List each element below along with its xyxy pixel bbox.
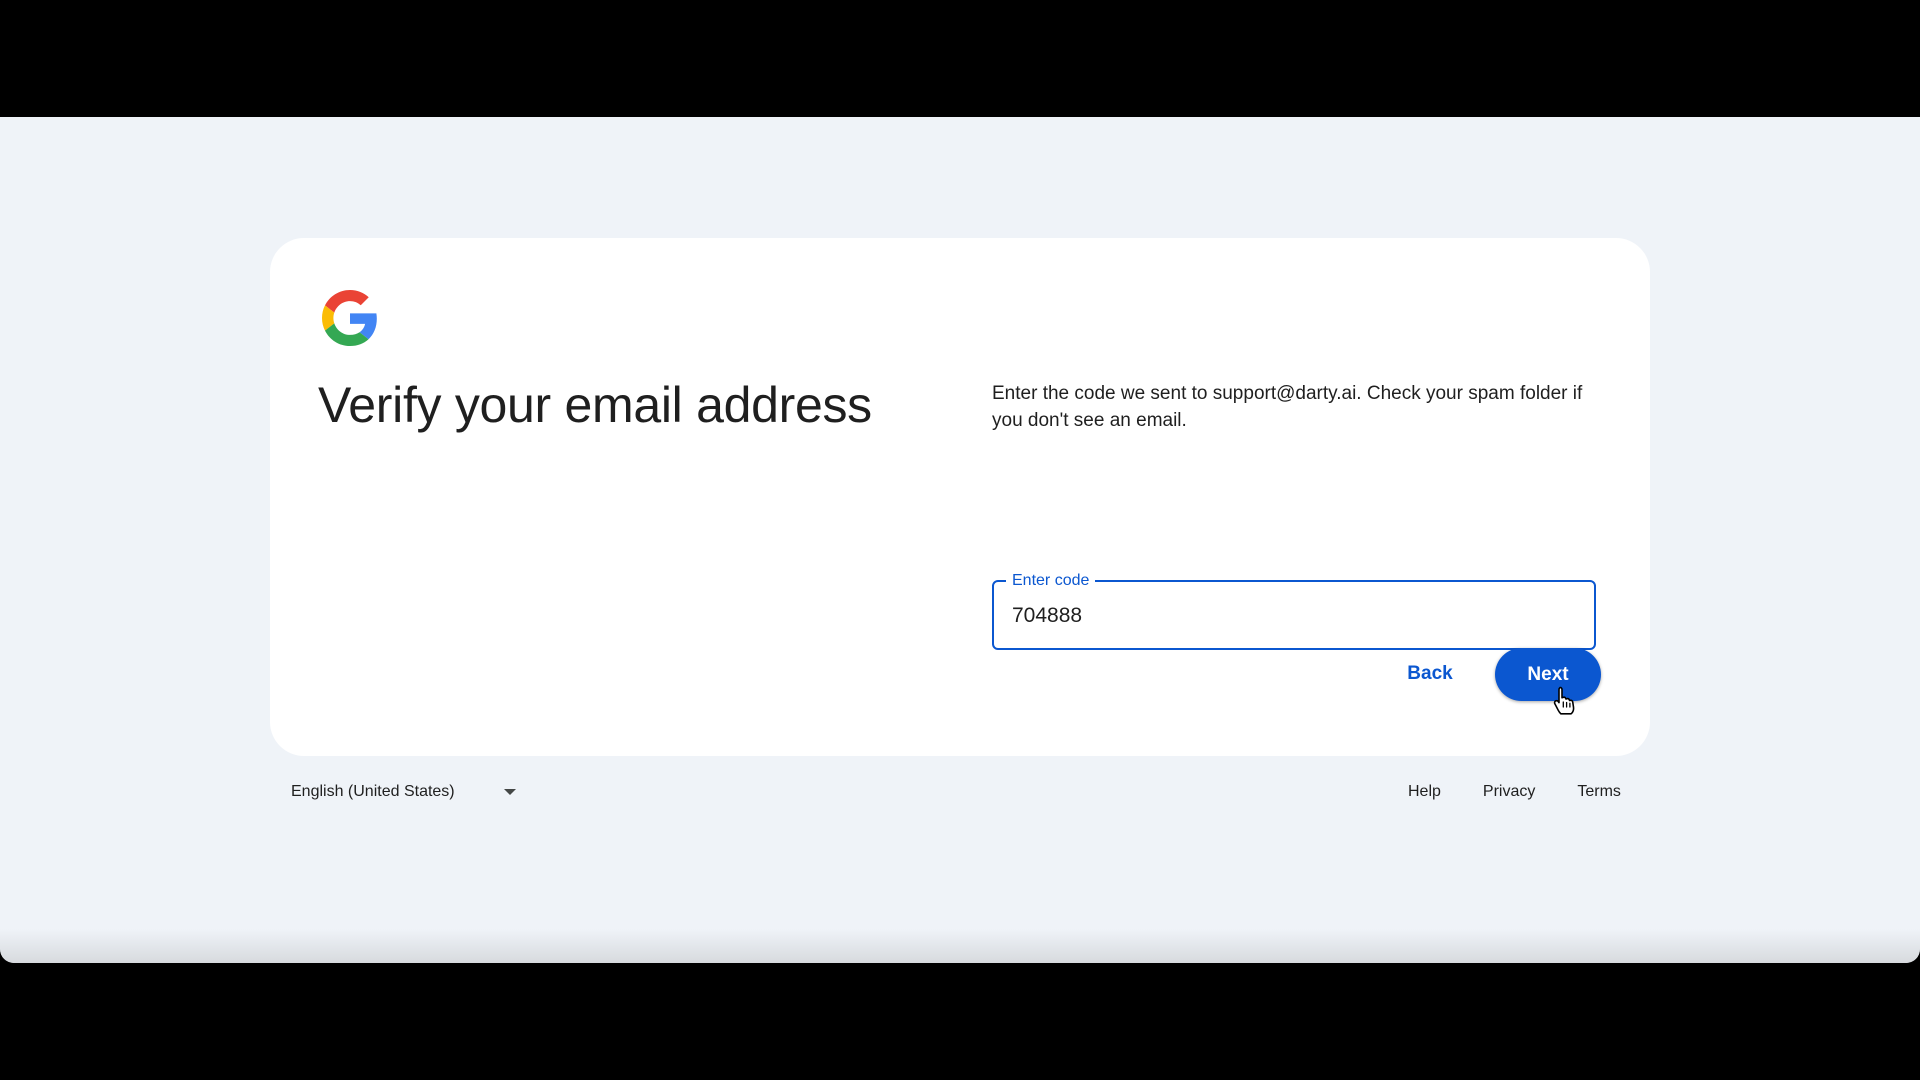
language-selector[interactable]: English (United States) (291, 772, 516, 812)
next-button[interactable]: Next (1495, 648, 1601, 701)
back-button[interactable]: Back (1390, 648, 1470, 700)
verification-description: Enter the code we sent to support@darty.… (992, 383, 1583, 431)
browser-viewport: Verify your email address Enter the code… (0, 117, 1920, 963)
footer-links: Help Privacy Terms (1390, 772, 1621, 812)
page-title: Verify your email address (318, 377, 872, 433)
google-logo-icon (322, 290, 377, 346)
code-field-label: Enter code (1006, 571, 1096, 591)
help-link[interactable]: Help (1408, 783, 1441, 801)
language-label: English (United States) (291, 783, 455, 800)
privacy-link[interactable]: Privacy (1483, 783, 1535, 801)
code-field[interactable]: Enter code (992, 571, 1596, 650)
signin-card: Verify your email address Enter the code… (270, 238, 1650, 756)
code-input[interactable] (1012, 600, 1572, 632)
hand-pointer-icon (1553, 686, 1575, 715)
terms-link[interactable]: Terms (1577, 783, 1621, 801)
footer: English (United States) Help Privacy Ter… (0, 772, 1920, 812)
caret-down-icon (504, 789, 516, 795)
